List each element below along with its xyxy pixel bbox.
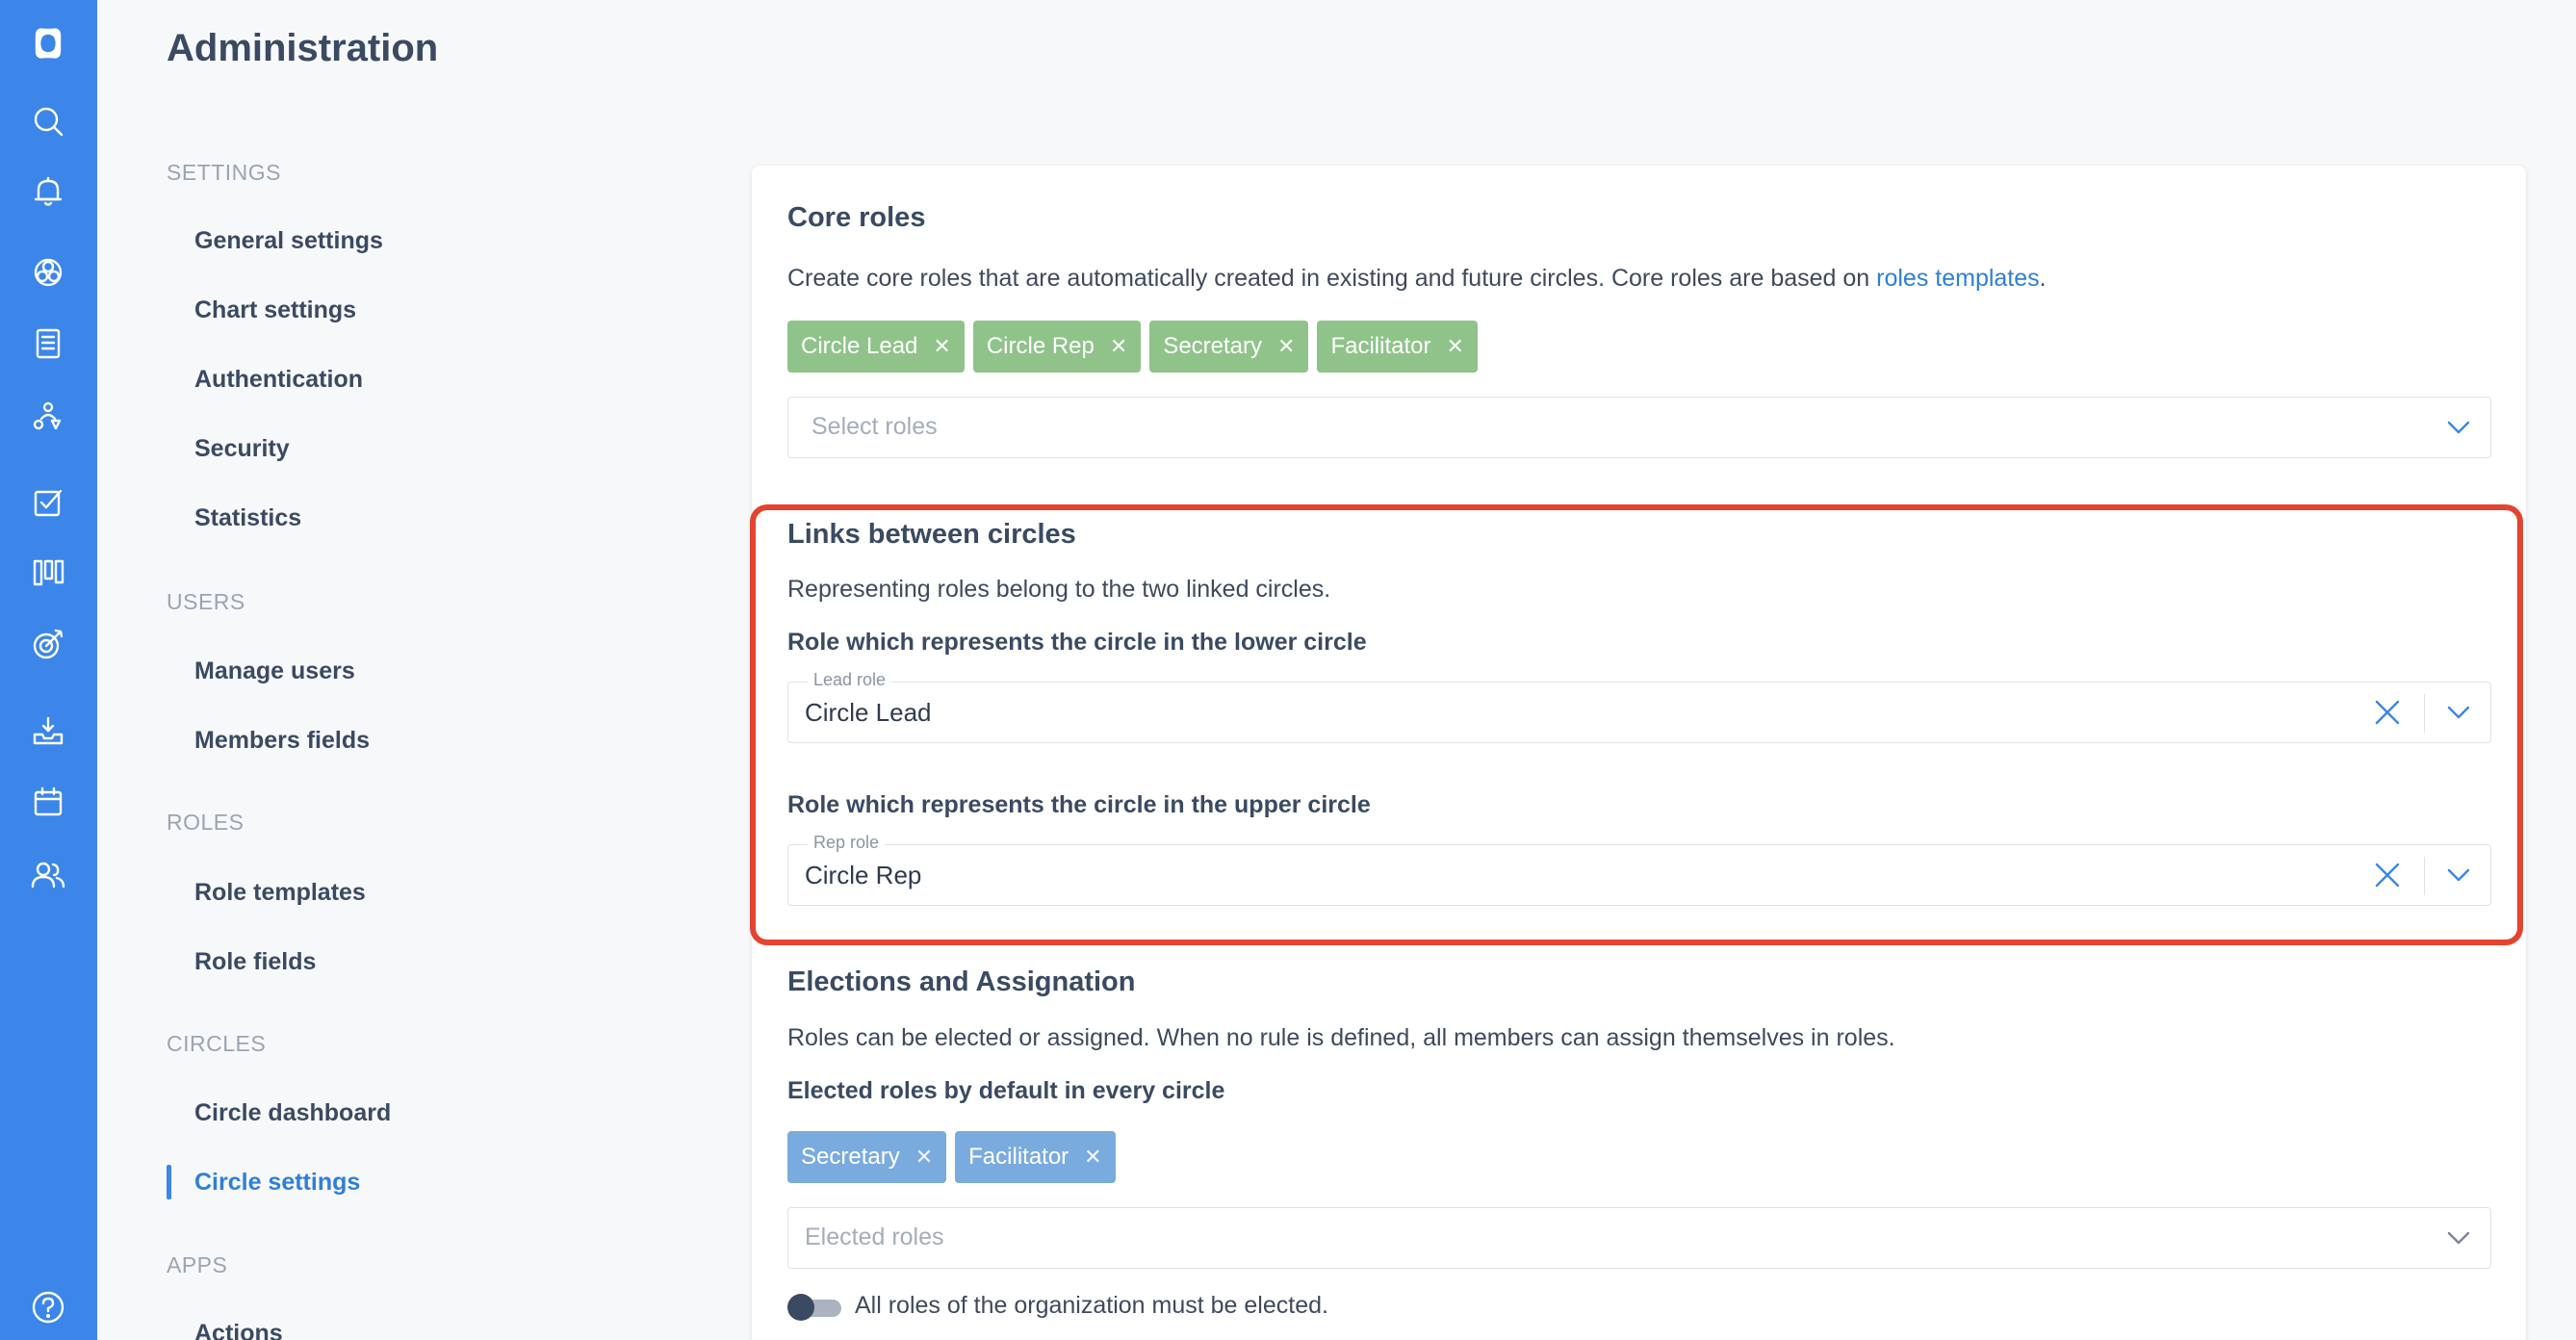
app-logo-icon[interactable] [21,16,75,70]
page-title: Administration [167,27,439,69]
nav-section-circles: CIRCLES [167,1031,267,1056]
bell-icon[interactable] [21,165,75,219]
core-roles-chips: Circle Lead ✕ Circle Rep ✕ Secretary ✕ Faci… [787,321,1478,373]
chip-secretary: Secretary ✕ [787,1131,947,1183]
toggle-knob [787,1294,814,1321]
chip-secretary: Secretary ✕ [1149,321,1309,373]
elections-description: Roles can be elected or assigned. When n… [787,1024,1895,1051]
nav-item-authentication[interactable]: Authentication [167,345,363,414]
core-roles-title: Core roles [787,202,926,233]
remove-chip-icon[interactable]: ✕ [933,334,950,359]
chevron-down-icon[interactable] [2444,413,2473,442]
document-icon[interactable] [21,317,75,371]
select-roles-placeholder: Select roles [811,413,938,440]
core-roles-description-text: Create core roles that are automatically… [787,265,1877,292]
core-roles-description: Create core roles that are automatically… [787,265,2047,293]
help-icon[interactable] [21,1280,75,1334]
nav-item-role-fields[interactable]: Role fields [167,927,316,996]
search-icon[interactable] [21,94,75,148]
remove-chip-icon[interactable]: ✕ [1110,334,1127,359]
nav-item-statistics[interactable]: Statistics [167,483,301,553]
chip-circle-rep: Circle Rep ✕ [972,321,1142,373]
select-roles-dropdown[interactable]: Select roles [787,397,2491,458]
checkbox-icon[interactable] [21,476,75,529]
elected-default-label: Elected roles by default in every circle [787,1077,1225,1104]
nav-item-members-fields[interactable]: Members fields [167,706,370,775]
elected-roles-placeholder: Elected roles [805,1224,944,1250]
chip-label: Facilitator [968,1144,1069,1170]
elections-title: Elections and Assignation [787,966,1136,997]
nav-section-apps: APPS [167,1252,228,1277]
all-roles-elected-toggle[interactable] [787,1294,841,1321]
nav-section-users: USERS [167,589,245,614]
remove-chip-icon[interactable]: ✕ [1446,334,1463,359]
chip-label: Facilitator [1330,333,1431,359]
inbox-icon[interactable] [21,704,75,758]
roles-icon[interactable] [21,390,75,444]
roles-templates-link[interactable]: roles templates [1876,265,2040,292]
highlight-annotation [750,504,2523,945]
icon-rail [0,0,97,1340]
nav-item-security[interactable]: Security [167,414,290,483]
nav-item-role-templates[interactable]: Role templates [167,858,366,927]
core-roles-description-suffix: . [2039,265,2047,292]
chip-label: Circle Lead [801,333,918,359]
kanban-icon[interactable] [21,546,75,600]
elected-roles-dropdown[interactable]: Elected roles [787,1207,2491,1269]
chip-facilitator: Facilitator ✕ [955,1131,1116,1183]
chevron-down-icon[interactable] [2444,1224,2473,1252]
all-roles-elected-label: All roles of the organization must be el… [855,1292,1328,1319]
remove-chip-icon[interactable]: ✕ [915,1145,933,1170]
nav-item-actions[interactable]: Actions [167,1299,283,1340]
nav-section-roles: ROLES [167,810,245,835]
chip-circle-lead: Circle Lead ✕ [787,321,965,373]
chip-label: Circle Rep [986,333,1095,359]
chip-facilitator: Facilitator ✕ [1317,321,1478,373]
nav-item-manage-users[interactable]: Manage users [167,636,355,706]
remove-chip-icon[interactable]: ✕ [1084,1145,1101,1170]
nav-item-general-settings[interactable]: General settings [167,206,383,275]
target-icon[interactable] [21,617,75,671]
nav-section-settings-label: SETTINGS [167,160,282,185]
calendar-icon[interactable] [21,775,75,829]
chip-label: Secretary [1163,333,1263,359]
globe-icon[interactable] [21,245,75,299]
nav-item-chart-settings[interactable]: Chart settings [167,275,356,345]
users-icon[interactable] [21,848,75,902]
nav-item-circle-dashboard[interactable]: Circle dashboard [167,1078,391,1147]
remove-chip-icon[interactable]: ✕ [1277,334,1295,359]
chip-label: Secretary [801,1144,900,1170]
nav-item-circle-settings[interactable]: Circle settings [167,1147,360,1217]
elected-roles-chips: Secretary ✕ Facilitator ✕ [787,1131,1116,1183]
